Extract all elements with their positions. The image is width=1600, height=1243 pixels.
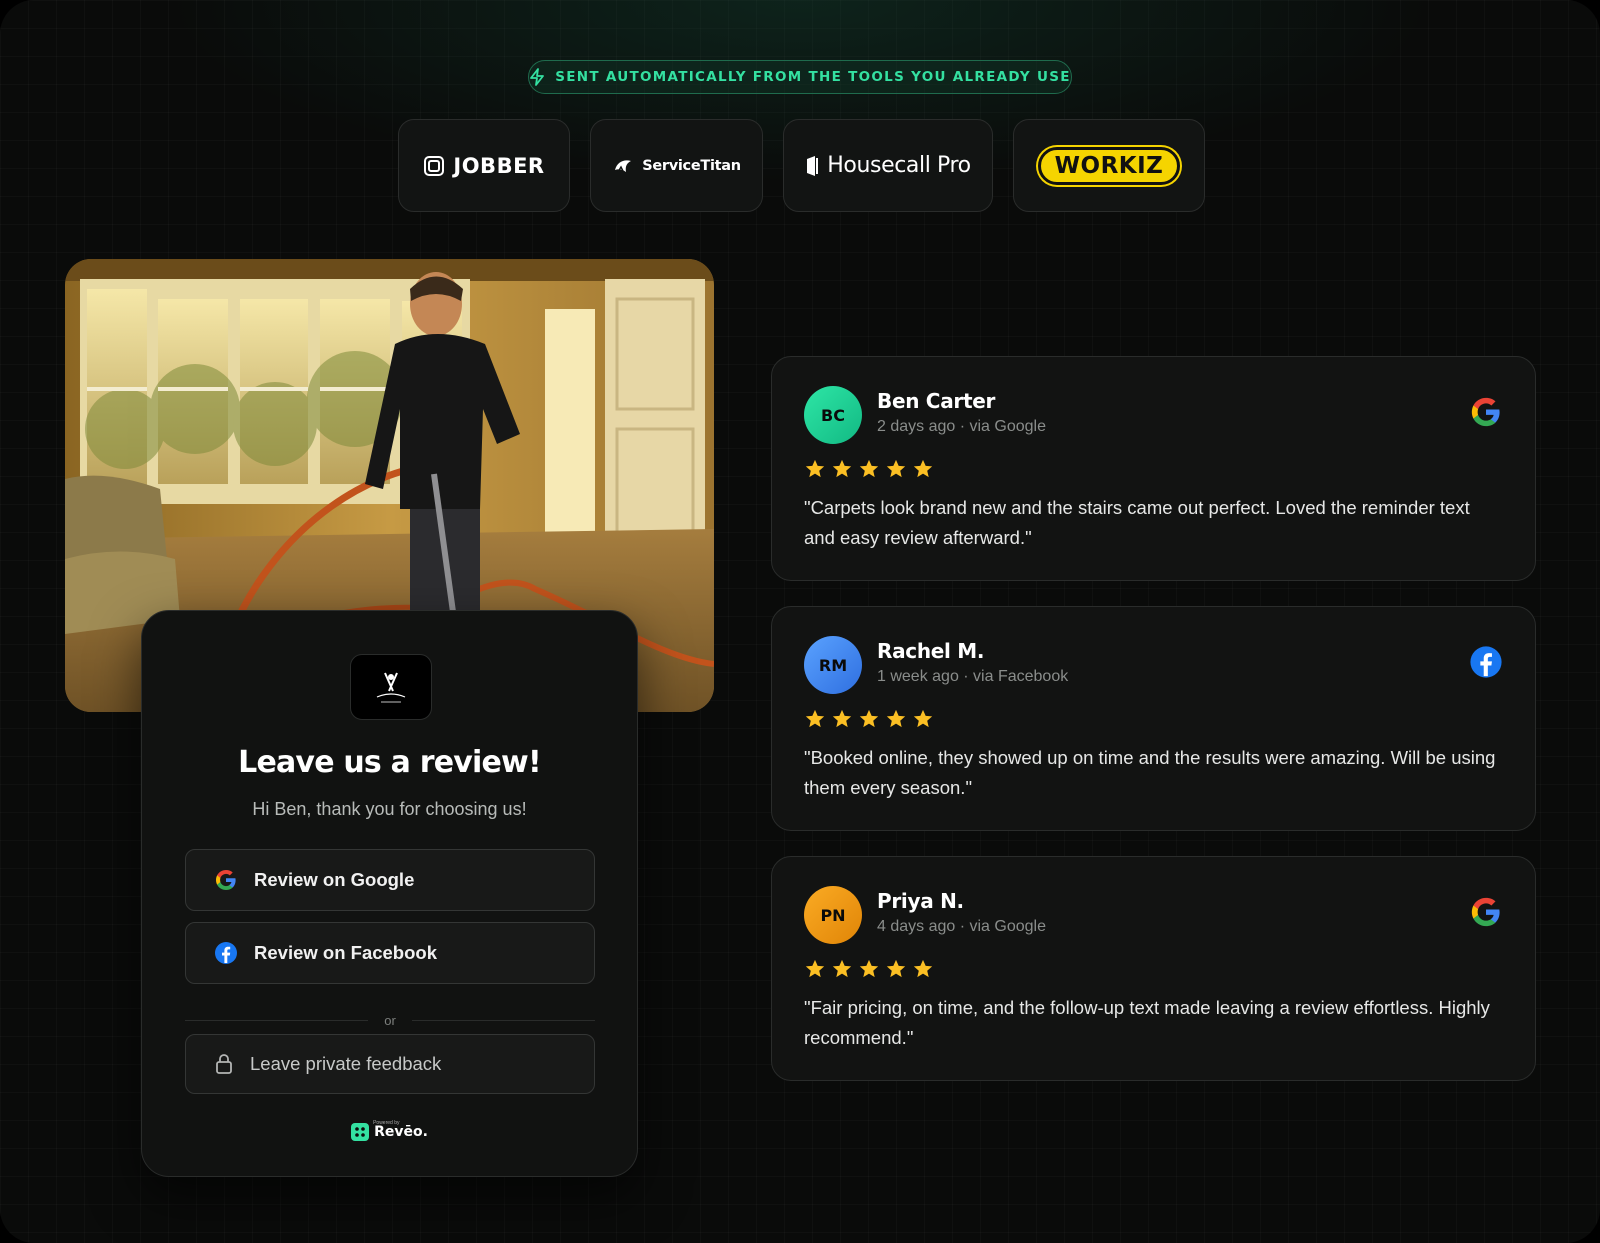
lock-icon — [216, 1054, 232, 1074]
workiz-logo-icon: WORKIZ — [1037, 146, 1181, 185]
powered-by-text: Powered by — [373, 1120, 400, 1126]
reveo-logo-icon — [351, 1123, 370, 1141]
review-text: "Fair pricing, on time, and the follow-u… — [804, 997, 1490, 1048]
integration-card-jobber[interactable]: JOBBER — [398, 119, 570, 212]
avatar: RM — [804, 636, 862, 694]
facebook-icon — [215, 942, 237, 964]
review-meta: 1 week ago · via Facebook — [877, 668, 1069, 685]
integration-name: Housecall Pro — [827, 153, 971, 178]
star-icon — [913, 709, 933, 728]
private-feedback-label: Leave private feedback — [250, 1053, 442, 1074]
star-icon — [886, 959, 906, 978]
facebook-button-label: Review on Facebook — [254, 942, 437, 963]
carpet-brand-icon — [376, 672, 406, 703]
integration-card-housecall-pro[interactable]: Housecall Pro — [783, 119, 993, 212]
star-icon — [832, 959, 852, 978]
google-button-label: Review on Google — [254, 869, 415, 890]
star-icon — [805, 959, 825, 978]
review-card: PN Priya N. 4 days ago · via Google "Fai… — [771, 856, 1536, 1081]
housecall-pro-logo-icon — [807, 155, 819, 176]
star-icon — [886, 709, 906, 728]
star-icon — [859, 959, 879, 978]
review-meta: 4 days ago · via Google — [877, 918, 1046, 935]
avatar: BC — [804, 386, 862, 444]
integration-card-servicetitan[interactable]: ServiceTitan — [590, 119, 763, 212]
star-icon — [886, 459, 906, 478]
integration-name: ServiceTitan — [642, 157, 741, 174]
form-subtitle: Hi Ben, thank you for choosing us! — [252, 799, 527, 819]
lightning-icon — [530, 68, 545, 86]
google-icon — [216, 870, 236, 890]
star-rating — [804, 708, 934, 730]
review-card: BC Ben Carter 2 days ago · via Google "C… — [771, 356, 1536, 581]
form-title: Leave us a review! — [238, 745, 542, 780]
review-text: "Carpets look brand new and the stairs c… — [804, 497, 1470, 548]
star-rating — [804, 458, 934, 480]
reviewer-name: Priya N. — [877, 889, 964, 913]
star-icon — [832, 459, 852, 478]
star-icon — [913, 959, 933, 978]
private-feedback-button[interactable]: Leave private feedback — [185, 1034, 595, 1094]
review-text: "Booked online, they showed up on time a… — [804, 747, 1496, 798]
google-icon — [1471, 897, 1500, 927]
star-icon — [859, 459, 879, 478]
reveo-brand: Revēo. — [374, 1124, 428, 1140]
star-rating — [804, 958, 934, 980]
business-logo — [350, 654, 432, 720]
review-meta: 2 days ago · via Google — [877, 418, 1046, 435]
divider-text: or — [384, 1013, 396, 1028]
integrations-banner: SENT AUTOMATICALLY FROM THE TOOLS YOU AL… — [528, 60, 1072, 94]
powered-by-reveo: Powered by Revēo. — [142, 1120, 637, 1141]
star-icon — [859, 709, 879, 728]
review-on-google-button[interactable]: Review on Google — [185, 849, 595, 911]
page-canvas: SENT AUTOMATICALLY FROM THE TOOLS YOU AL… — [0, 0, 1600, 1243]
review-request-card: Leave us a review! Hi Ben, thank you for… — [141, 610, 638, 1177]
review-on-facebook-button[interactable]: Review on Facebook — [185, 922, 595, 984]
jobber-logo-icon — [424, 155, 445, 176]
star-icon — [913, 459, 933, 478]
review-card: RM Rachel M. 1 week ago · via Facebook "… — [771, 606, 1536, 831]
reviewer-name: Ben Carter — [877, 389, 996, 413]
banner-label: SENT AUTOMATICALLY FROM THE TOOLS YOU AL… — [555, 69, 1071, 85]
integration-card-workiz[interactable]: WORKIZ — [1013, 119, 1205, 212]
reviewer-name: Rachel M. — [877, 639, 985, 663]
star-icon — [805, 709, 825, 728]
star-icon — [832, 709, 852, 728]
or-divider: or — [185, 1013, 595, 1028]
servicetitan-logo-icon — [615, 159, 632, 173]
google-icon — [1471, 397, 1500, 427]
avatar: PN — [804, 886, 862, 944]
integration-name: JOBBER — [453, 153, 545, 178]
facebook-icon — [1470, 646, 1502, 678]
star-icon — [805, 459, 825, 478]
